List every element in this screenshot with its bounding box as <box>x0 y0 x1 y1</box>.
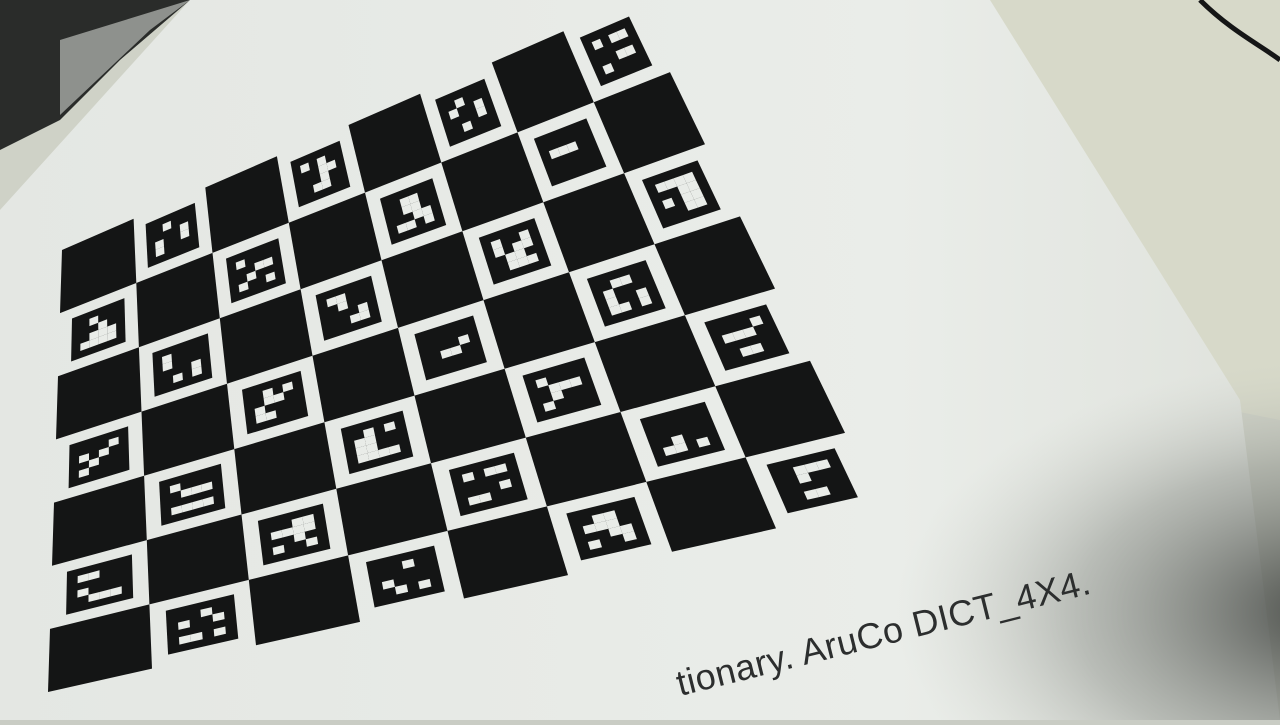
photo-canvas <box>0 0 1280 720</box>
photo-scene: tionary. AruCo DICT_4X4. <box>0 0 1280 720</box>
